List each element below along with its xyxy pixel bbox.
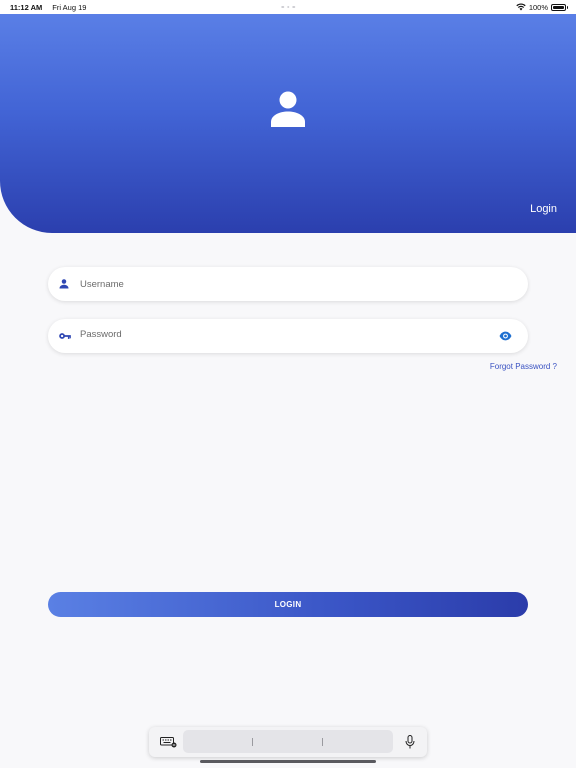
login-button[interactable]: LOGIN <box>48 592 528 617</box>
status-time: 11:12 AM <box>10 2 43 12</box>
suggestion-divider <box>322 738 323 746</box>
eye-icon[interactable] <box>499 330 512 343</box>
multitasking-dots[interactable] <box>281 5 295 9</box>
forgot-password-link[interactable]: Forgot Password ? <box>490 362 557 371</box>
username-input[interactable] <box>80 267 488 301</box>
keyboard-icon[interactable] <box>160 736 177 748</box>
person-icon <box>271 91 305 127</box>
status-bar: 11:12 AM Fri Aug 19 100% <box>0 0 576 14</box>
suggestion-divider <box>252 738 253 746</box>
battery-icon <box>551 3 568 11</box>
battery-percent: 100% <box>528 2 548 12</box>
home-indicator[interactable] <box>200 760 376 763</box>
status-right: 100% <box>516 2 568 12</box>
header-banner: Login <box>0 14 576 233</box>
wifi-icon <box>516 3 526 11</box>
key-icon <box>59 333 71 339</box>
battery-fill <box>553 5 564 9</box>
keyboard-shortcut-bar <box>149 727 427 757</box>
password-input[interactable] <box>80 317 488 351</box>
page-title: Login <box>530 203 557 215</box>
suggestion-strip[interactable] <box>183 730 393 753</box>
person-icon <box>59 279 69 289</box>
status-date: Fri Aug 19 <box>52 2 87 12</box>
microphone-icon[interactable] <box>405 735 415 749</box>
status-left: 11:12 AM Fri Aug 19 <box>10 3 86 12</box>
username-field[interactable] <box>48 267 528 301</box>
password-field[interactable] <box>48 317 528 353</box>
